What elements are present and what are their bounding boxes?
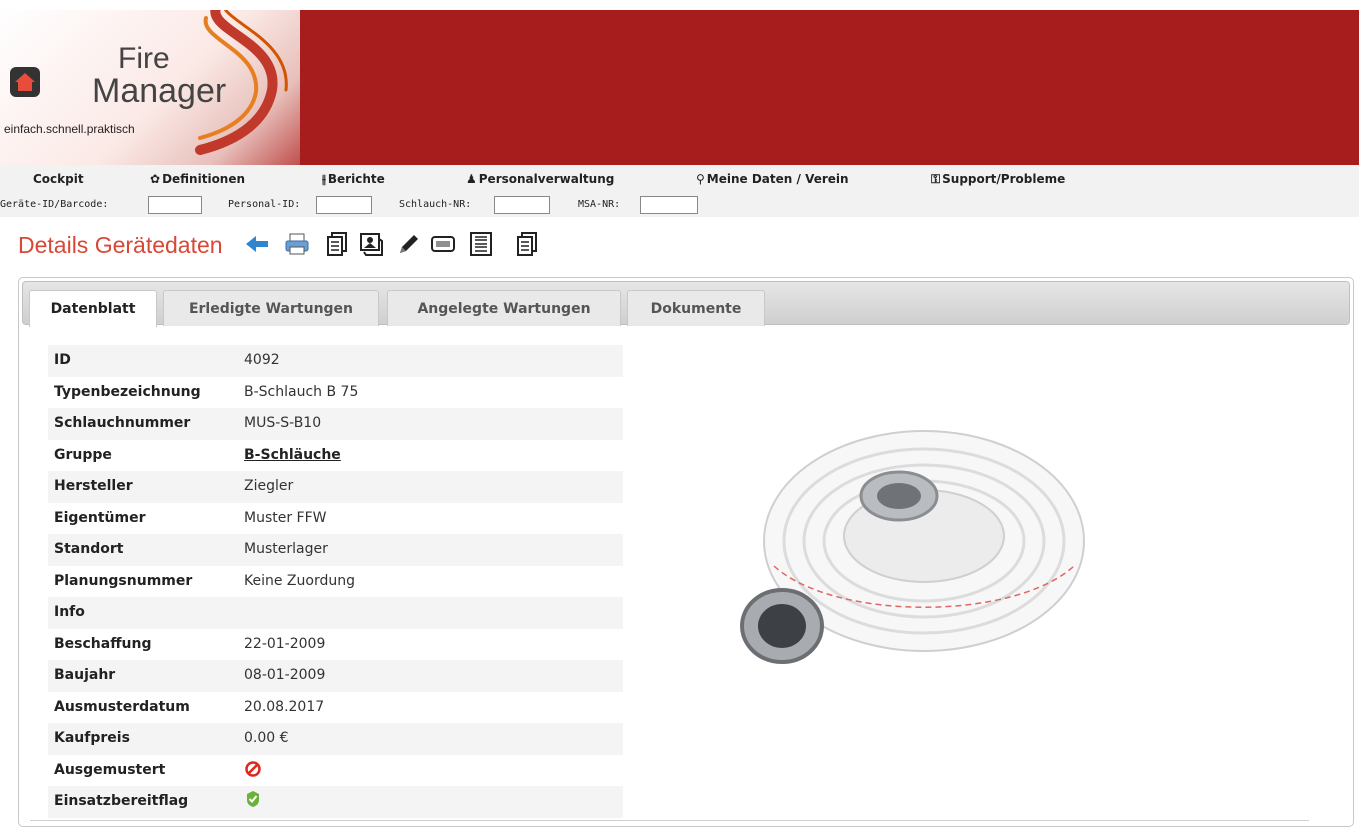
row-key: Beschaffung xyxy=(54,635,152,652)
schlauch-nr-input[interactable] xyxy=(494,196,550,214)
table-row: Ausgemustert xyxy=(48,755,623,787)
menu-cockpit[interactable]: Cockpit xyxy=(33,172,84,186)
menu-label: Personalverwaltung xyxy=(478,172,615,186)
table-row: Ausmusterdatum 20.08.2017 xyxy=(48,692,623,724)
search-label-schlauch-nr: Schlauch-NR: xyxy=(399,199,472,210)
row-key: Typenbezeichnung xyxy=(54,383,201,400)
table-row: Schlauchnummer MUS-S-B10 xyxy=(48,408,623,440)
row-value: Musterlager xyxy=(244,541,328,557)
group-link[interactable]: B-Schläuche xyxy=(244,447,341,463)
details-panel: Datenblatt Erledigte Wartungen Angelegte… xyxy=(18,277,1354,827)
menu-berichte[interactable]: ⫲ Berichte xyxy=(322,172,385,187)
gear-icon: ✿ xyxy=(150,172,161,186)
row-value: 08-01-2009 xyxy=(244,667,326,683)
search-label-personal-id: Personal-ID: xyxy=(228,199,301,210)
page-title: Details Gerätedaten xyxy=(18,232,223,258)
search-label-msa-nr: MSA-NR: xyxy=(578,199,621,210)
green-check-icon xyxy=(244,790,262,812)
copy-icon[interactable] xyxy=(324,230,350,258)
menu-label: Cockpit xyxy=(33,172,84,186)
logo[interactable]: Fire Manager einfach.schnell.praktisch xyxy=(0,10,300,165)
table-row: Hersteller Ziegler xyxy=(48,471,623,503)
geraete-id-input[interactable] xyxy=(148,196,202,214)
barcode-sheet-icon[interactable] xyxy=(468,230,494,258)
barcode-icon[interactable] xyxy=(430,230,456,258)
tab-erledigte-wartungen[interactable]: Erledigte Wartungen xyxy=(163,290,379,326)
divider xyxy=(30,820,1309,821)
home-icon[interactable] xyxy=(10,67,40,97)
menu-label: Definitionen xyxy=(162,172,246,186)
wrench-icon: ⚲ xyxy=(696,172,705,186)
row-key: Gruppe xyxy=(54,446,112,463)
table-row: Einsatzbereitflag xyxy=(48,786,623,818)
main-nav: Cockpit ✿ Definitionen ⫲ Berichte ♟ Persona… xyxy=(0,165,1359,217)
row-key: Schlauchnummer xyxy=(54,415,191,431)
menu-label: Berichte xyxy=(327,172,385,186)
tab-dokumente[interactable]: Dokumente xyxy=(627,290,765,326)
copy-icon[interactable] xyxy=(514,230,540,258)
person-icon: ♟ xyxy=(466,172,477,186)
table-row: Planungsnummer Keine Zuordung xyxy=(48,566,623,598)
table-row: Beschaffung 22-01-2009 xyxy=(48,629,623,661)
msa-nr-input[interactable] xyxy=(640,196,698,214)
header-banner: Fire Manager einfach.schnell.praktisch xyxy=(0,10,1359,165)
row-key: Ausmusterdatum xyxy=(54,698,190,715)
support-icon: ⚿ xyxy=(931,172,941,186)
logo-text-manager: Manager xyxy=(92,72,227,110)
menu-support[interactable]: ⚿ Support/Probleme xyxy=(931,172,1065,187)
row-key: Baujahr xyxy=(54,667,116,683)
search-label-geraete-id: Geräte-ID/Barcode: xyxy=(0,199,109,210)
row-value: 22-01-2009 xyxy=(244,635,326,652)
row-value: Ziegler xyxy=(244,478,294,494)
row-key: Hersteller xyxy=(54,478,133,494)
table-row: Typenbezeichnung B-Schlauch B 75 xyxy=(48,377,623,409)
menu-meine-daten[interactable]: ⚲ Meine Daten / Verein xyxy=(696,172,849,186)
row-key: Ausgemustert xyxy=(54,761,166,778)
table-row: Gruppe B-Schläuche xyxy=(48,440,623,472)
row-key: Kaufpreis xyxy=(54,730,130,746)
menu-personalverwaltung[interactable]: ♟ Personalverwaltung xyxy=(466,172,614,186)
table-row: Info xyxy=(48,597,623,629)
logo-text-fire: Fire xyxy=(118,42,170,75)
row-value: Muster FFW xyxy=(244,509,327,526)
row-key: Planungsnummer xyxy=(54,572,193,589)
print-icon[interactable] xyxy=(284,230,310,258)
row-key: Standort xyxy=(54,541,124,557)
row-value: 0.00 € xyxy=(244,730,289,746)
row-key: Eigentümer xyxy=(54,509,146,526)
row-value: 4092 xyxy=(244,352,280,368)
table-row: ID 4092 xyxy=(48,345,623,377)
tab-datenblatt[interactable]: Datenblatt xyxy=(29,290,157,327)
sliders-icon: ⫲ xyxy=(322,172,326,186)
row-key: ID xyxy=(54,352,71,368)
tab-bar: Datenblatt Erledigte Wartungen Angelegte… xyxy=(22,281,1350,327)
table-row: Standort Musterlager xyxy=(48,534,623,566)
red-no-icon xyxy=(244,760,262,782)
row-value: B-Schlauch B 75 xyxy=(244,383,359,400)
photo-icon[interactable] xyxy=(358,230,384,258)
table-row: Baujahr 08-01-2009 xyxy=(48,660,623,692)
row-value: MUS-S-B10 xyxy=(244,415,322,431)
edit-pencil-icon[interactable] xyxy=(396,230,422,258)
details-table: ID 4092 Typenbezeichnung B-Schlauch B 75 S… xyxy=(48,345,623,818)
personal-id-input[interactable] xyxy=(316,196,372,214)
menu-label: Support/Probleme xyxy=(942,172,1066,186)
row-value: 20.08.2017 xyxy=(244,698,325,715)
row-key: Einsatzbereitflag xyxy=(54,793,189,809)
tagline: einfach.schnell.praktisch xyxy=(4,122,135,136)
row-value: Keine Zuordung xyxy=(244,572,355,589)
table-row: Kaufpreis 0.00 € xyxy=(48,723,623,755)
menu-definitionen[interactable]: ✿ Definitionen xyxy=(150,172,245,186)
row-key: Info xyxy=(54,604,85,620)
menu-label: Meine Daten / Verein xyxy=(706,172,849,186)
tab-angelegte-wartungen[interactable]: Angelegte Wartungen xyxy=(387,290,621,326)
fire-hose-image xyxy=(740,430,1085,664)
back-arrow-icon[interactable] xyxy=(244,230,270,258)
table-row: Eigentümer Muster FFW xyxy=(48,503,623,535)
